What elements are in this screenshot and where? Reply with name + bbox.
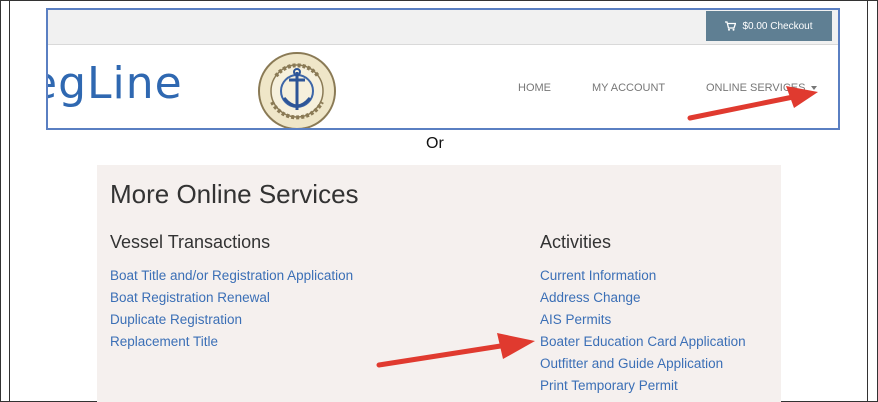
link-current-information[interactable]: Current Information — [540, 265, 746, 287]
frame-right-border — [867, 1, 868, 401]
activities-heading: Activities — [540, 232, 612, 252]
activities-list: Current Information Address Change AIS P… — [540, 265, 746, 397]
nav-home[interactable]: HOME — [518, 82, 551, 94]
frame-left-border — [9, 1, 10, 401]
nav-my-account[interactable]: MY ACCOUNT — [592, 82, 665, 94]
state-marine-board-seal — [258, 52, 336, 128]
link-replacement-title[interactable]: Replacement Title — [110, 331, 353, 353]
regline-header-screenshot: $0.00 Checkout egLine HOME MY ACCOUNT ON… — [46, 8, 840, 130]
more-online-services-screenshot: More Online Services Vessel Transactions… — [97, 165, 781, 402]
link-ais-permits[interactable]: AIS Permits — [540, 309, 746, 331]
link-outfitter-guide[interactable]: Outfitter and Guide Application — [540, 353, 746, 375]
link-boater-education-card[interactable]: Boater Education Card Application — [540, 331, 746, 353]
link-address-change[interactable]: Address Change — [540, 287, 746, 309]
nav-online-services-label: ONLINE SERVICES — [706, 82, 806, 94]
link-boat-title-registration[interactable]: Boat Title and/or Registration Applicati… — [110, 265, 353, 287]
caret-down-icon — [811, 86, 818, 91]
link-boat-registration-renewal[interactable]: Boat Registration Renewal — [110, 287, 353, 309]
link-print-temporary-permit[interactable]: Print Temporary Permit — [540, 375, 746, 397]
separator-or: Or — [426, 135, 444, 152]
vessel-transactions-list: Boat Title and/or Registration Applicati… — [110, 265, 353, 353]
nav-online-services[interactable]: ONLINE SERVICES — [706, 82, 818, 94]
top-bar: $0.00 Checkout — [48, 10, 838, 45]
checkout-button[interactable]: $0.00 Checkout — [706, 11, 832, 41]
cart-icon — [725, 21, 737, 31]
regline-logo[interactable]: egLine — [48, 58, 183, 110]
checkout-label: $0.00 Checkout — [742, 20, 813, 32]
vessel-transactions-heading: Vessel Transactions — [110, 232, 271, 252]
link-duplicate-registration[interactable]: Duplicate Registration — [110, 309, 353, 331]
page-title: More Online Services — [110, 179, 359, 209]
